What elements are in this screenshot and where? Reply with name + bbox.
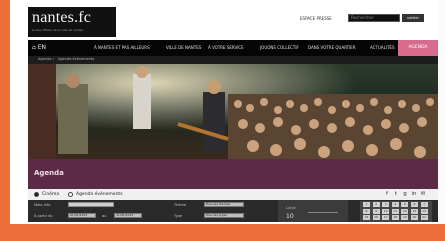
calendar-day[interactable]: 4	[391, 202, 399, 207]
mail-icon[interactable]: ✉	[420, 191, 426, 198]
home-icon[interactable]: ⌂	[32, 44, 36, 51]
calendar-day[interactable]: 3	[382, 202, 390, 207]
main-nav: ⌂ EN À NANTES ET PAS AILLEURS VILLE DE N…	[28, 40, 438, 56]
logo-text: nantes.fc	[32, 9, 92, 26]
calendar-day[interactable]: 11	[391, 208, 399, 214]
page-title: Agenda	[34, 169, 64, 177]
calendar-day[interactable]: 18	[391, 215, 399, 221]
calendar-day[interactable]: 10	[382, 208, 390, 214]
language-label: EN	[37, 44, 47, 51]
nav-item-quartier[interactable]: DANS VOTRE QUARTIER	[308, 45, 356, 50]
twitter-icon[interactable]: t	[393, 191, 399, 198]
hero-concert-photo	[28, 64, 438, 159]
nav-item-ville[interactable]: VILLE DE NANTES	[166, 45, 201, 50]
search-button[interactable]: valider	[402, 14, 424, 22]
screenshot-frame: nantes.fc le site officiel de la ville d…	[0, 0, 445, 241]
agenda-banner: Agenda	[28, 159, 438, 189]
calendar-day[interactable]: 12	[401, 208, 409, 214]
nav-item-service[interactable]: À VOTRE SERVICE	[208, 45, 244, 50]
label-mots-cles: Mots clés	[34, 203, 51, 207]
calendar-day[interactable]: 14	[420, 208, 428, 214]
radio-evenements[interactable]	[68, 192, 73, 197]
search-input[interactable]: Rechercher	[348, 14, 400, 22]
breadcrumb-current: Agenda évènements	[58, 57, 95, 61]
date-divider	[308, 212, 338, 213]
calendar-day[interactable]: 7	[420, 202, 428, 207]
filter-label-evenements: Agenda évènements	[76, 192, 123, 197]
calendar-day[interactable]: 21	[420, 215, 428, 221]
facebook-icon[interactable]: f	[384, 191, 390, 198]
espace-presse-link[interactable]: ESPACE PRESSE	[300, 16, 332, 21]
label-au: au	[102, 214, 107, 218]
calendar-day[interactable]: 20	[411, 215, 418, 221]
breadcrumb-separator: >	[52, 57, 55, 61]
calendar-day[interactable]: 16	[372, 215, 380, 221]
calendar-day[interactable]: 15	[363, 215, 370, 221]
breadcrumb: Agenda > Agenda évènements	[28, 56, 438, 64]
calendar-day[interactable]: 17	[382, 215, 390, 221]
date-day: 10	[286, 213, 294, 220]
web-page: nantes.fc le site officiel de la ville d…	[10, 4, 438, 222]
mots-cles-input[interactable]	[68, 202, 114, 207]
radio-cinema[interactable]	[34, 192, 39, 197]
calendar-day[interactable]: 8	[363, 208, 370, 214]
orange-border-left	[0, 0, 10, 241]
site-header: nantes.fc le site officiel de la ville d…	[10, 4, 438, 40]
page-edge	[438, 0, 445, 224]
agenda-filters: Cinéma Agenda évènements f t g in ✉	[28, 189, 438, 200]
calendar-day[interactable]: 1	[363, 202, 370, 207]
calendar-day[interactable]: 5	[401, 202, 409, 207]
breadcrumb-home[interactable]: Agenda	[38, 57, 51, 61]
site-logo[interactable]: nantes.fc le site officiel de la ville d…	[28, 7, 116, 37]
nav-item-agenda[interactable]: AGENDA	[398, 40, 438, 56]
calendar-day[interactable]: 9	[372, 208, 380, 214]
orange-border-bottom	[0, 224, 445, 241]
mini-calendar: 1 2 3 4 5 6 7 8 9 10 11 12 13 14 15 16 17 18 19 20 21	[360, 201, 432, 222]
date-panel: Lundi 10	[278, 200, 348, 222]
label-a-partir-du: À partir du	[34, 214, 53, 218]
concert-image	[28, 64, 438, 159]
logo-tagline: le site officiel de la ville de nantes	[32, 28, 84, 32]
label-theme: Thème	[174, 203, 187, 207]
calendar-day[interactable]: 2	[372, 202, 380, 207]
nav-item-actualites[interactable]: ACTUALITÉS	[370, 45, 394, 50]
theme-select[interactable]: Tous les thèmes	[204, 202, 244, 207]
date-to-input[interactable]: 31/01/2013	[114, 213, 142, 218]
nav-item-nantes[interactable]: À NANTES ET PAS AILLEURS	[94, 45, 150, 50]
agenda-search-form: Mots clés À partir du 01/01/2013 au 31/0…	[28, 200, 438, 222]
type-select[interactable]: Tous les types	[204, 213, 244, 218]
calendar-day[interactable]: 6	[411, 202, 418, 207]
calendar-day[interactable]: 19	[401, 215, 409, 221]
label-type: Type	[174, 214, 183, 218]
language-switch[interactable]: ⌂ EN	[32, 44, 46, 51]
nav-item-collectif[interactable]: JOUONS COLLECTIF	[260, 45, 299, 50]
linkedin-icon[interactable]: in	[411, 191, 417, 198]
date-weekday: Lundi	[286, 206, 296, 210]
date-from-input[interactable]: 01/01/2013	[68, 213, 96, 218]
calendar-day[interactable]: 13	[411, 208, 418, 214]
google-plus-icon[interactable]: g	[402, 191, 408, 198]
filter-label-cinema: Cinéma	[42, 192, 60, 197]
